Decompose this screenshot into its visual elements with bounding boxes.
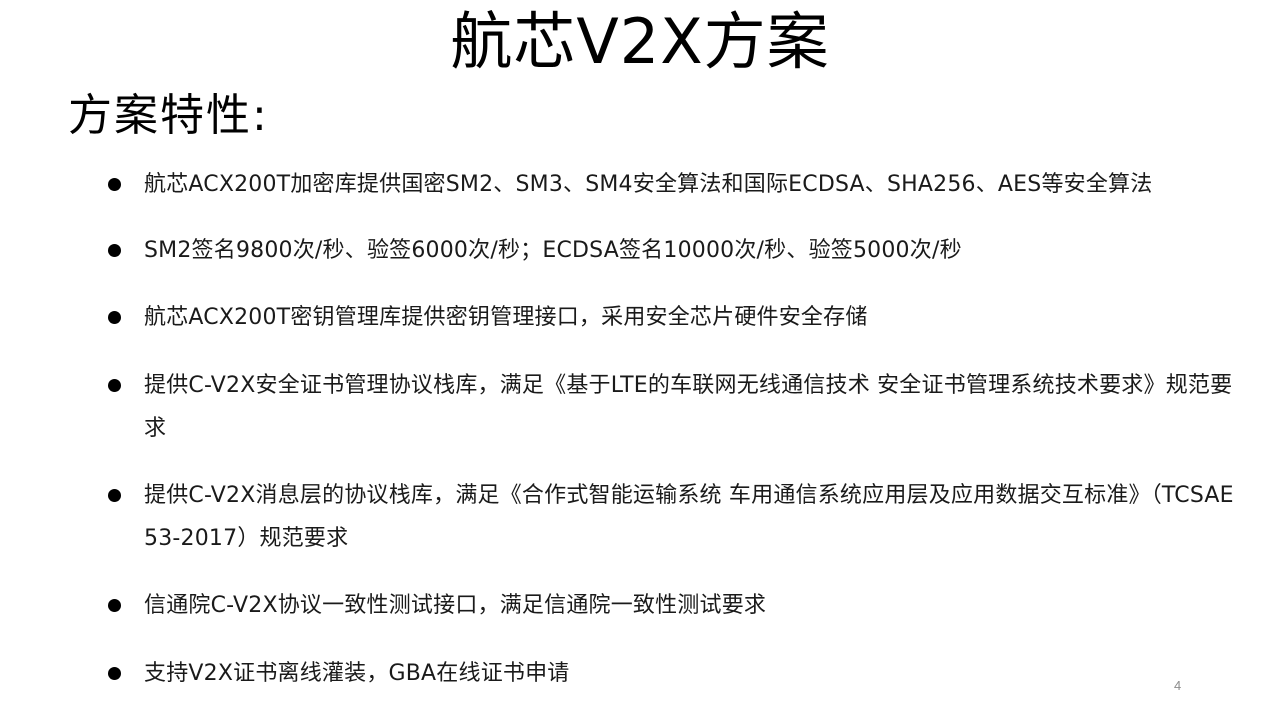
bullet-text: SM2签名9800次/秒、验签6000次/秒；ECDSA签名10000次/秒、验… xyxy=(144,238,962,263)
section-heading: 方案特性: xyxy=(68,90,269,141)
slide-title: 航芯V2X方案 xyxy=(450,5,830,78)
bullet-text: 支持V2X证书离线灌装，GBA在线证书申请 xyxy=(144,661,570,686)
bullet-dot-icon xyxy=(108,667,121,680)
bullet-dot-icon xyxy=(108,311,121,324)
bullet-dot-icon xyxy=(108,178,121,191)
bullet-text: 航芯ACX200T密钥管理库提供密钥管理接口，采用安全芯片硬件安全存储 xyxy=(144,305,868,330)
bullet-dot-icon xyxy=(108,244,121,257)
slide: 航芯V2X方案 方案特性: 航芯ACX200T加密库提供国密SM2、SM3、SM… xyxy=(0,0,1280,720)
bullet-dot-icon xyxy=(108,379,121,392)
bullet-text: 提供C-V2X安全证书管理协议栈库，满足《基于LTE的车联网无线通信技术 安全证… xyxy=(144,373,1233,441)
bullet-text: 提供C-V2X消息层的协议栈库，满足《合作式智能运输系统 车用通信系统应用层及应… xyxy=(144,483,1234,551)
bullet-dot-icon xyxy=(108,489,121,502)
bullet-dot-icon xyxy=(108,599,121,612)
bullet-text: 信通院C-V2X协议一致性测试接口，满足信通院一致性测试要求 xyxy=(144,593,767,618)
bullet-text: 航芯ACX200T加密库提供国密SM2、SM3、SM4安全算法和国际ECDSA、… xyxy=(144,172,1153,197)
page-number: 4 xyxy=(1174,678,1182,693)
